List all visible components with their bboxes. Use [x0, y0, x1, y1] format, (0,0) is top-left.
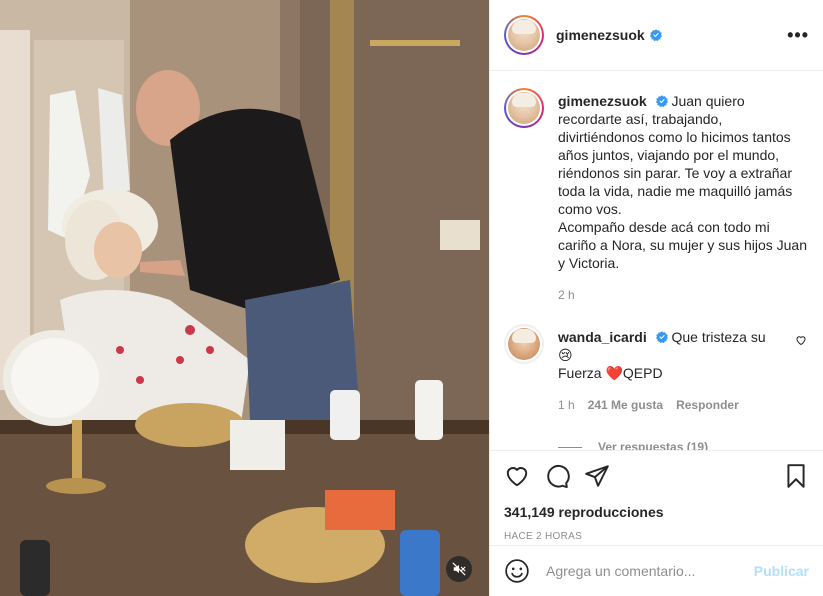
commenter-avatar[interactable] [504, 324, 544, 364]
bookmark-icon[interactable] [783, 463, 809, 489]
comment-item: wanda_icardi Que tristeza su 😢 Fuerza ❤️… [504, 324, 807, 414]
comment-timestamp[interactable]: 1 h [558, 396, 575, 414]
post-caption: gimenezsuok Juan quiero recordarte así, … [504, 88, 807, 304]
action-icons-row [504, 463, 809, 489]
post-actions: 341,149 reproducciones HACE 2 HORAS [490, 450, 823, 545]
post-details-panel: gimenezsuok ••• gimenezsuok Juan quiero … [489, 0, 823, 596]
replies-divider-line [558, 446, 582, 448]
heart-icon[interactable] [504, 463, 530, 489]
comment-meta: 1 h 241 Me gusta Responder [558, 396, 807, 414]
muted-speaker-icon [452, 562, 466, 576]
commenter-username[interactable]: wanda_icardi [558, 329, 647, 345]
verified-badge-icon [655, 331, 668, 343]
verified-badge-icon [649, 29, 662, 41]
author-avatar[interactable] [504, 15, 544, 55]
comment-likes[interactable]: 241 Me gusta [588, 396, 663, 414]
view-replies-label: Ver respuestas (19) [598, 440, 709, 450]
view-replies-link[interactable]: Ver respuestas (19) [558, 440, 807, 450]
commenter-avatar-image [508, 328, 540, 360]
caption-avatar-image [508, 92, 540, 124]
author-username[interactable]: gimenezsuok [556, 27, 645, 43]
crying-face-emoji: 😢 [558, 347, 573, 363]
view-count[interactable]: 341,149 reproducciones [504, 504, 809, 520]
caption-text: Juan quiero recordarte así, trabajando, … [558, 93, 807, 271]
add-comment-bar: Publicar [490, 545, 823, 596]
smiley-icon[interactable] [504, 558, 530, 584]
publish-comment-button[interactable]: Publicar [754, 563, 809, 579]
comment-text-part3: QEPD [622, 365, 663, 381]
video-frame-illustration [0, 0, 489, 596]
caption-author-avatar[interactable] [504, 88, 544, 128]
comments-section: gimenezsuok Juan quiero recordarte así, … [490, 72, 823, 450]
post-video[interactable] [0, 0, 489, 596]
comment-text-part2: Fuerza [558, 365, 606, 381]
more-options-button[interactable]: ••• [787, 26, 809, 44]
post-header: gimenezsuok ••• [490, 0, 823, 71]
reply-button[interactable]: Responder [676, 396, 739, 414]
share-icon[interactable] [584, 463, 610, 489]
caption-username[interactable]: gimenezsuok [558, 93, 647, 109]
comment-input[interactable] [546, 563, 754, 579]
post-timestamp[interactable]: HACE 2 HORAS [504, 531, 809, 542]
caption-meta: 2 h [558, 286, 807, 304]
comment-icon[interactable] [544, 463, 570, 489]
author-avatar-image [508, 19, 540, 51]
mute-button[interactable] [446, 556, 472, 582]
red-heart-emoji: ❤️ [605, 365, 623, 381]
verified-badge-icon [655, 95, 668, 107]
caption-timestamp[interactable]: 2 h [558, 286, 575, 304]
comment-like-heart-icon[interactable] [795, 334, 807, 346]
comment-text-part1: Que tristeza su [671, 329, 766, 345]
